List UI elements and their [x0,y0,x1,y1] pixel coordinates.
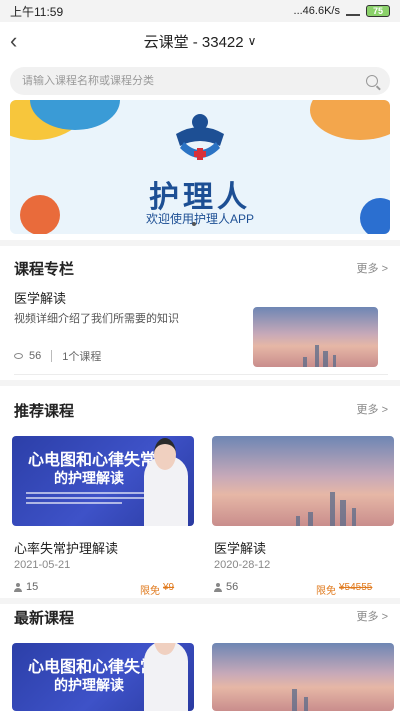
course-card-view-count: 15 [26,581,39,593]
more-link-column[interactable]: 更多 > [357,260,388,276]
column-item-stats: 56 1个课程 [14,348,101,364]
column-item-views: 56 [29,350,42,362]
promo-banner[interactable]: 护理人 欢迎使用护理人APP [10,100,390,234]
search-icon[interactable] [366,75,378,87]
nav-bar: ‹ 云课堂 - 33422 ∨ [0,22,400,60]
decor-shape [310,100,390,140]
course-card-thumbnail: 心电图和心律失常 的护理解读 [12,643,194,711]
free-badge: 限免 [140,586,160,597]
status-time: 上午11:59 [10,4,64,19]
course-card-thumbnail [212,436,394,526]
banner-indicator [192,222,196,226]
search-bar [10,67,390,95]
status-bar: 上午11:59 ...46.6K/s 75 [0,0,400,22]
search-input[interactable] [22,75,366,87]
course-card-thumbnail [212,643,394,711]
status-indicators: ...46.6K/s 75 [294,5,390,17]
person-icon [14,582,22,592]
original-price: ¥9 [163,582,175,593]
course-card-view-count: 56 [226,581,239,593]
banner-subtitle: 欢迎使用护理人APP [145,212,254,226]
free-badge: 限免 [316,586,336,597]
column-item-description: 视频详细介绍了我们所需要的知识 [14,313,179,325]
course-card-thumbnail: 心电图和心律失常 的护理解读 [12,436,194,526]
thumbnail-line2: 的护理解读 [54,471,124,487]
column-item-thumbnail [253,307,378,367]
classroom-selector[interactable]: 云课堂 - 33422 ∨ [144,31,257,52]
nurse-image [144,438,188,526]
chevron-down-icon: ∨ [247,34,257,48]
course-card-title: 心率失常护理解读 [14,541,119,556]
original-price: ¥54555 [339,582,373,593]
column-item-title: 医学解读 [14,291,67,306]
course-card-date: 2021-05-21 [14,559,71,571]
network-speed: ...46.6K/s [293,5,340,17]
nurse-logo-icon [176,114,224,160]
column-item-course-count: 1个课程 [62,351,102,363]
chevron-left-icon[interactable]: ‹ [10,28,17,54]
page-title: 云课堂 - 33422 [143,33,244,51]
section-title-column: 课程专栏 [14,261,75,278]
divider [0,598,400,604]
more-link-latest[interactable]: 更多 > [357,608,388,624]
person-icon [214,582,222,592]
thumbnail-line1: 心电图和心律失常 [28,657,157,676]
nurse-image [144,643,188,711]
section-title-latest: 最新课程 [14,610,75,627]
course-card-title: 医学解读 [214,541,267,556]
divider [0,380,400,386]
more-link-recommended[interactable]: 更多 > [357,401,388,417]
separator [51,350,53,362]
divider [0,240,400,246]
thumbnail-line2: 的护理解读 [54,678,124,694]
eye-icon [14,353,23,359]
signal-icon [346,6,360,16]
divider [14,374,388,375]
course-card-views: 15 [14,581,38,593]
section-title-recommended: 推荐课程 [14,403,75,420]
thumbnail-line1: 心电图和心律失常 [28,450,157,469]
course-card-date: 2020-28-12 [214,559,271,571]
battery-icon: 75 [366,5,390,17]
course-card-views: 56 [214,581,238,593]
